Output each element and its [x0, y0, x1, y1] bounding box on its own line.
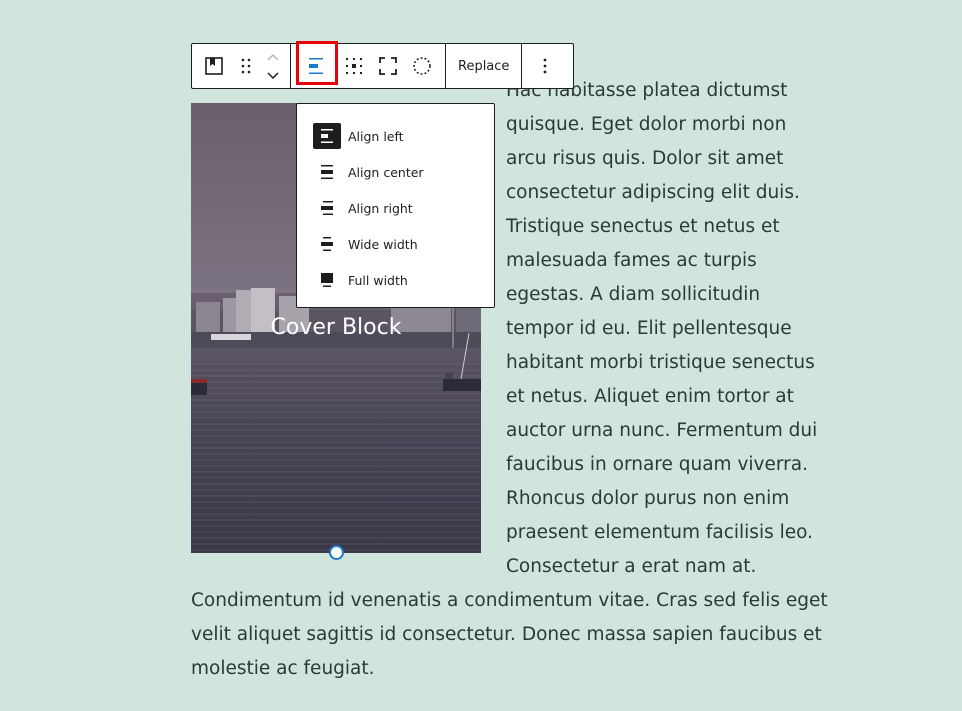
menu-item-align-left[interactable]: Align left — [313, 118, 494, 154]
content-position-button[interactable] — [337, 44, 371, 88]
block-toolbar: Replace — [191, 41, 574, 89]
toolbar-group-controls — [291, 41, 446, 88]
paragraph-line: faucibus in ornare quam viverra. — [506, 454, 808, 475]
menu-item-label: Wide width — [348, 236, 418, 252]
toolbar-group-replace: Replace — [446, 44, 523, 88]
paragraph-line: et netus. Aliquet enim tortor at — [506, 386, 794, 407]
paragraph-line: auctor urna nunc. Fermentum dui — [506, 420, 818, 441]
block-type-button[interactable] — [192, 44, 236, 88]
align-left-icon — [308, 57, 324, 75]
cover-resize-handle[interactable] — [329, 545, 344, 560]
options-button[interactable] — [522, 44, 568, 88]
paragraph-line: habitant morbi tristique senectus — [506, 352, 815, 373]
align-right-icon — [313, 195, 341, 221]
menu-item-align-center[interactable]: Align center — [313, 154, 494, 190]
menu-item-label: Align right — [348, 200, 413, 216]
paragraph-line: molestie ac feugiat. — [191, 658, 375, 679]
drag-handle-icon — [241, 58, 251, 74]
align-button[interactable] — [296, 41, 338, 88]
align-center-icon — [313, 159, 341, 185]
more-vertical-icon — [543, 58, 547, 74]
cover-block-icon — [205, 57, 223, 75]
menu-item-full-width[interactable]: Full width — [313, 262, 494, 298]
paragraph-line: praesent elementum facilisis leo. — [506, 522, 813, 543]
cover-title[interactable]: Cover Block — [191, 315, 481, 340]
paragraph-block-continued[interactable]: Condimentum id venenatis a condimentum v… — [191, 584, 831, 686]
editor-canvas: Hac habitasse platea dictumst quisque. E… — [0, 0, 962, 711]
align-left-icon — [313, 123, 341, 149]
drag-handle[interactable] — [236, 44, 256, 88]
boat-left — [191, 379, 207, 395]
align-dropdown-menu: Align left Align center Align right Wide… — [296, 103, 495, 308]
wide-width-icon — [313, 231, 341, 257]
paragraph-line: tempor id eu. Elit pellentesque — [506, 318, 792, 339]
paragraph-line: arcu risus quis. Dolor sit amet — [506, 148, 784, 169]
cover-image-reflection — [191, 363, 481, 553]
paragraph-line: egestas. A diam sollicitudin — [506, 284, 761, 305]
menu-item-align-right[interactable]: Align right — [313, 190, 494, 226]
paragraph-line: consectetur adipiscing elit duis. — [506, 182, 800, 203]
boat-right — [443, 333, 481, 391]
menu-item-label: Align center — [348, 164, 424, 180]
paragraph-line: malesuada fames ac turpis — [506, 250, 757, 271]
paragraph-line: Tristique senectus et netus et — [506, 216, 780, 237]
menu-item-label: Align left — [348, 128, 404, 144]
paragraph-line: Condimentum id venenatis a condimentum v… — [191, 590, 828, 611]
full-width-icon — [313, 267, 341, 293]
menu-item-label: Full width — [348, 272, 408, 288]
replace-button[interactable]: Replace — [446, 44, 521, 88]
toolbar-group-block — [192, 44, 291, 88]
duotone-button[interactable] — [405, 44, 439, 88]
menu-item-wide-width[interactable]: Wide width — [313, 226, 494, 262]
full-height-button[interactable] — [371, 44, 405, 88]
paragraph-line: velit aliquet sagittis id consectetur. D… — [191, 624, 822, 645]
paragraph-block[interactable]: Hac habitasse platea dictumst quisque. E… — [506, 74, 818, 584]
block-mover — [256, 44, 290, 88]
dotted-circle-icon — [412, 56, 432, 76]
move-down-icon[interactable] — [266, 66, 280, 85]
move-up-icon[interactable] — [266, 47, 280, 66]
toolbar-group-options — [522, 44, 568, 88]
paragraph-line: quisque. Eget dolor morbi non — [506, 114, 787, 135]
paragraph-line: Consectetur a erat nam at. — [506, 556, 757, 577]
position-grid-icon — [345, 57, 363, 75]
fullscreen-icon — [379, 57, 397, 75]
paragraph-line: Rhoncus dolor purus non enim — [506, 488, 790, 509]
